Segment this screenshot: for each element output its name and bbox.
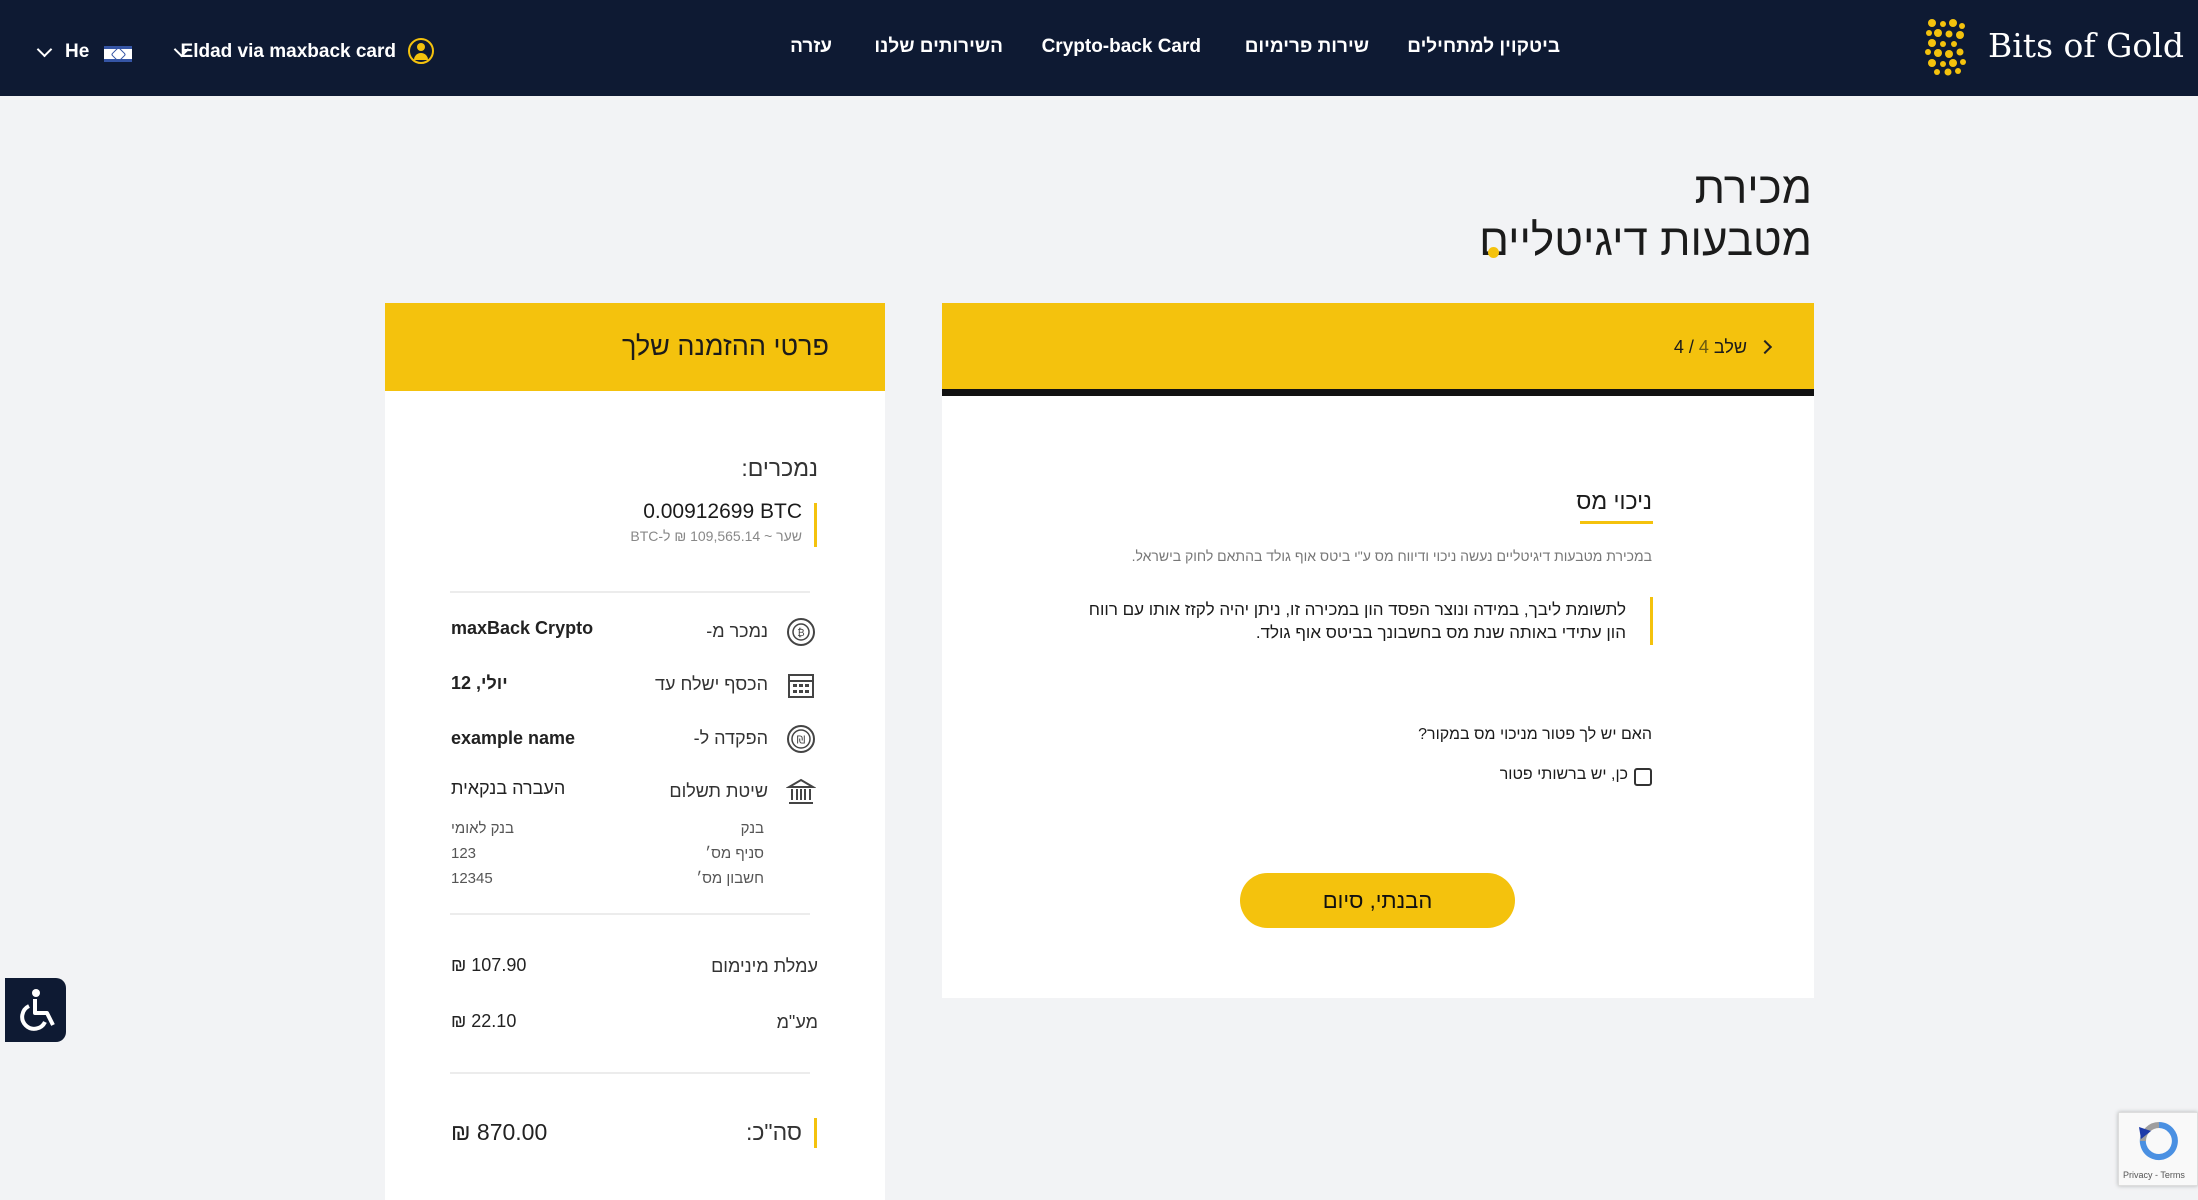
- page-title-line2: מטבעות דיגיטליים: [1479, 216, 1812, 265]
- money-sent-by-label: הכסף ישלח עד: [655, 674, 768, 694]
- recaptcha-badge[interactable]: Privacy - Terms: [2118, 1112, 2198, 1186]
- payment-method-label: שיטת תשלום: [669, 781, 768, 801]
- total-accent-bar: [814, 1118, 817, 1148]
- selling-label: נמכרים:: [741, 455, 818, 481]
- tax-exemption-question: האם יש לך פטור מניכוי מס במקור?: [1418, 726, 1652, 743]
- account-number-label: חשבון מס׳: [696, 870, 764, 887]
- deposit-to-value: example name: [451, 728, 576, 748]
- title-accent-dot: [1488, 247, 1499, 258]
- nav-our-services[interactable]: השירותים שלנו: [874, 36, 1003, 58]
- total-value: ₪ 870.00: [451, 1119, 548, 1145]
- money-sent-by-value: יולי, 12: [451, 673, 508, 693]
- language-selector[interactable]: He: [65, 41, 89, 63]
- payment-method-value: העברה בנקאית: [451, 778, 566, 798]
- bank-value: בנק לאומי: [451, 820, 514, 837]
- vat-label: מע"מ: [776, 1012, 818, 1032]
- branch-label: סניף מס׳: [705, 845, 764, 862]
- exchange-rate: שער ~ 109,565.14 ₪ ל-BTC: [630, 528, 802, 544]
- sold-from-value: maxBack Crypto: [451, 618, 594, 638]
- branch-value: 123: [451, 845, 477, 862]
- step-prefix: שלב: [1713, 337, 1747, 357]
- tax-exemption-checkbox-label[interactable]: כן, יש ברשותי פטור: [1500, 766, 1628, 784]
- minimum-fee-value: ₪ 107.90: [451, 955, 527, 975]
- minimum-fee-label: עמלת מינימום: [711, 956, 818, 976]
- bank-label: בנק: [740, 820, 764, 837]
- tax-note: במכירת מטבעות דיגיטליים נעשה ניכוי ודיוו…: [1131, 548, 1652, 564]
- divider: [450, 591, 810, 593]
- finish-button[interactable]: הבנתי, סיום: [1240, 873, 1515, 928]
- svg-text:₿: ₿: [797, 627, 804, 639]
- total-label: סה"כ:: [745, 1119, 802, 1145]
- svg-text:₪: ₪: [797, 734, 806, 747]
- recaptcha-privacy-terms[interactable]: Privacy - Terms: [2123, 1170, 2185, 1180]
- section-title-tax-deduction: ניכוי מס: [1576, 488, 1652, 514]
- amount-accent-bar: [814, 503, 817, 547]
- deposit-to-label: הפקדה ל-: [693, 728, 768, 748]
- nav-help[interactable]: עזרה: [790, 36, 832, 58]
- vat-value: ₪ 22.10: [451, 1011, 517, 1031]
- order-summary-title: פרטי ההזמנה שלך: [621, 331, 829, 361]
- recaptcha-icon: [2139, 1122, 2178, 1160]
- step-total: 4: [1673, 337, 1684, 357]
- bits-of-gold-logo[interactable]: [1924, 18, 1968, 76]
- divider: [450, 1072, 810, 1074]
- step-indicator: שלב 4 / 4: [1674, 337, 1747, 358]
- section-title-underline: [1580, 521, 1653, 524]
- step-current: 4: [1698, 337, 1709, 357]
- shekel-icon: ₪: [787, 725, 815, 753]
- nav-premium-service[interactable]: שירות פרימיום: [1245, 36, 1369, 58]
- page-title-line1: מכירת: [1694, 164, 1812, 213]
- user-account-icon[interactable]: [408, 38, 434, 64]
- calendar-icon: [788, 674, 814, 698]
- brand-name[interactable]: Bits of Gold: [1988, 26, 2184, 65]
- step-progress-line: [942, 389, 1814, 396]
- capital-loss-info: לתשומת ליבך, במידה ונוצר הפסד הון במכירה…: [1088, 600, 1626, 642]
- info-accent-bar: [1650, 597, 1653, 645]
- accessibility-button[interactable]: [5, 978, 66, 1042]
- nav-crypto-back-card[interactable]: Crypto-back Card: [1042, 36, 1201, 58]
- account-number-value: 12345: [451, 870, 493, 887]
- sell-amount: 0.00912699 BTC: [643, 500, 802, 523]
- tax-exemption-checkbox[interactable]: [1634, 768, 1652, 786]
- account-name[interactable]: Eldad via maxback card: [181, 41, 396, 63]
- nav-bitcoin-for-beginners[interactable]: ביטקוין למתחילים: [1407, 36, 1560, 58]
- bitcoin-icon: ₿: [787, 618, 815, 646]
- sold-from-label: נמכר מ-: [706, 621, 768, 641]
- divider: [450, 913, 810, 915]
- wheelchair-icon: [20, 989, 55, 1031]
- israel-flag-icon[interactable]: [104, 46, 132, 62]
- step-separator: /: [1688, 337, 1694, 357]
- bank-icon: [786, 778, 816, 804]
